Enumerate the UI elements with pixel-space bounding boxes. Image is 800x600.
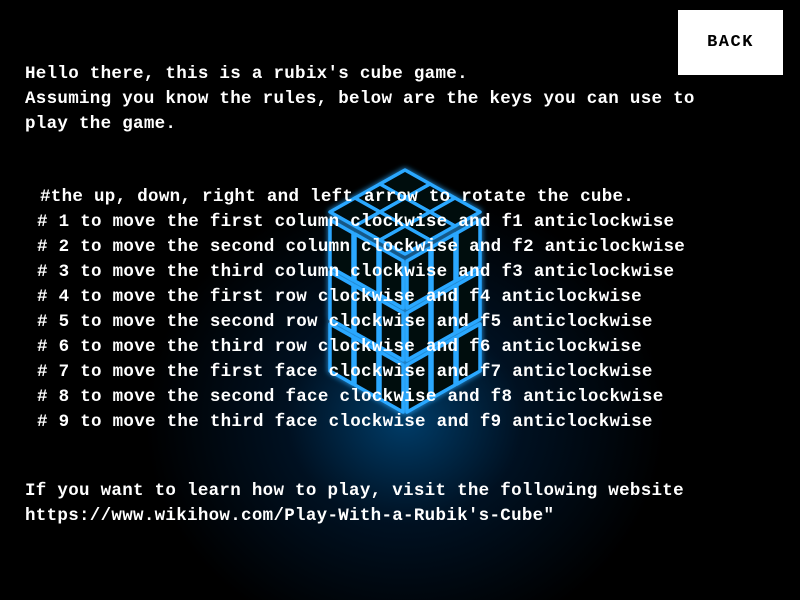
intro-line-1: Hello there, this is a rubix's cube game… <box>25 64 468 84</box>
key-instruction-8: # 8 to move the second face clockwise an… <box>37 387 664 407</box>
learn-more-text: If you want to learn how to play, visit … <box>25 481 684 501</box>
wikihow-link[interactable]: https://www.wikihow.com/Play-With-a-Rubi… <box>25 504 554 529</box>
key-instruction-5: # 5 to move the second row clockwise and… <box>37 312 653 332</box>
key-instruction-2: # 2 to move the second column clockwise … <box>37 237 686 257</box>
key-instruction-9: # 9 to move the third face clockwise and… <box>37 412 653 432</box>
intro-line-2: Assuming you know the rules, below are t… <box>25 89 695 109</box>
intro-line-3: play the game. <box>25 114 177 134</box>
key-instruction-6: # 6 to move the third row clockwise and … <box>37 337 642 357</box>
key-instruction-1: # 1 to move the first column clockwise a… <box>37 212 675 232</box>
arrow-keys-instruction: #the up, down, right and left arrow to r… <box>40 187 635 207</box>
instructions-screen: Hello there, this is a rubix's cube game… <box>0 0 800 600</box>
key-instruction-4: # 4 to move the first row clockwise and … <box>37 287 642 307</box>
back-button[interactable]: BACK <box>678 10 783 75</box>
key-instruction-3: # 3 to move the third column clockwise a… <box>37 262 675 282</box>
key-instruction-7: # 7 to move the first face clockwise and… <box>37 362 653 382</box>
